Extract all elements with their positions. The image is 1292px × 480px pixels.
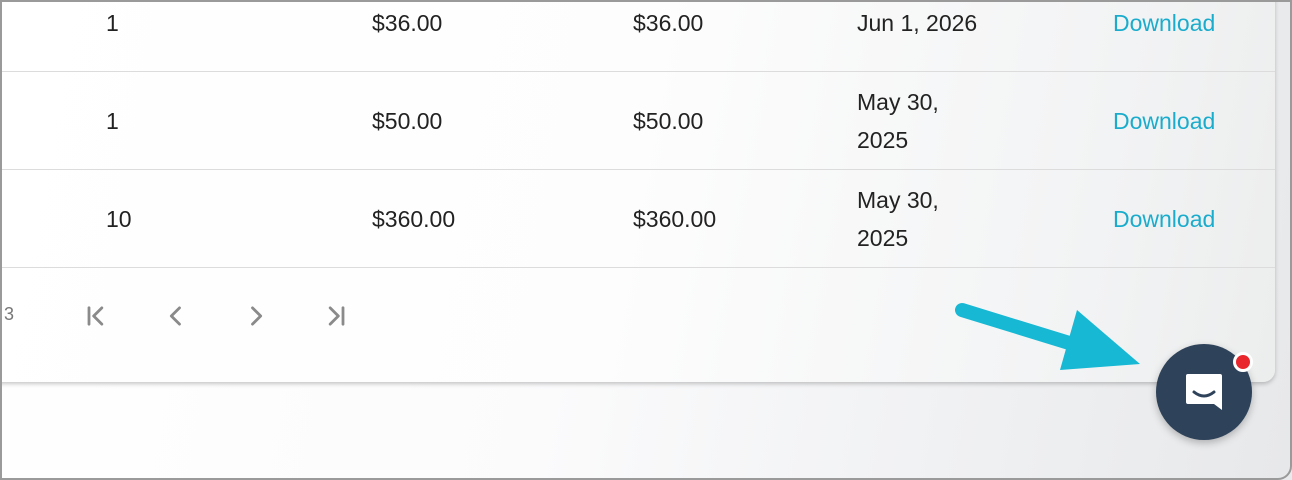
page-count-text: 3 [4,304,15,324]
qty-cell: 1 [106,9,119,36]
qty-cell: 1 [106,107,119,134]
total-cell: $360.00 [633,205,717,232]
pointer-arrow [955,303,1140,370]
download-link[interactable]: Download [1113,170,1215,267]
last-page-icon [328,306,345,326]
unit-price-cell: $360.00 [372,205,456,232]
table-row: 1 $50.00 $50.00 May 30, 2025 Download [2,72,1275,170]
app-frame: 1 $36.00 $36.00 Jun 1, 2026 Download 1 $… [0,0,1292,480]
first-page-icon [87,306,104,326]
next-page-button[interactable] [238,298,274,334]
chevron-left-icon [169,306,181,326]
previous-page-button[interactable] [158,298,194,334]
first-page-button[interactable] [78,298,114,334]
qty-cell: 10 [106,205,132,232]
last-page-button[interactable] [318,298,354,334]
date-cell: May 30, 2025 [857,186,939,251]
date-cell: May 30, 2025 [857,88,939,153]
unit-price-cell: $36.00 [372,9,443,36]
table-row: 10 $360.00 $360.00 May 30, 2025 Download [2,170,1275,268]
chat-bubble-icon [1186,374,1222,410]
total-cell: $36.00 [633,9,704,36]
download-link[interactable]: Download [1113,2,1215,71]
download-link[interactable]: Download [1113,72,1215,169]
chevron-right-icon [251,306,263,326]
table-row: 1 $36.00 $36.00 Jun 1, 2026 Download [2,2,1275,72]
date-cell: Jun 1, 2026 [857,9,978,36]
total-cell: $50.00 [633,107,704,134]
notification-badge [1233,352,1253,372]
unit-price-cell: $50.00 [372,107,443,134]
